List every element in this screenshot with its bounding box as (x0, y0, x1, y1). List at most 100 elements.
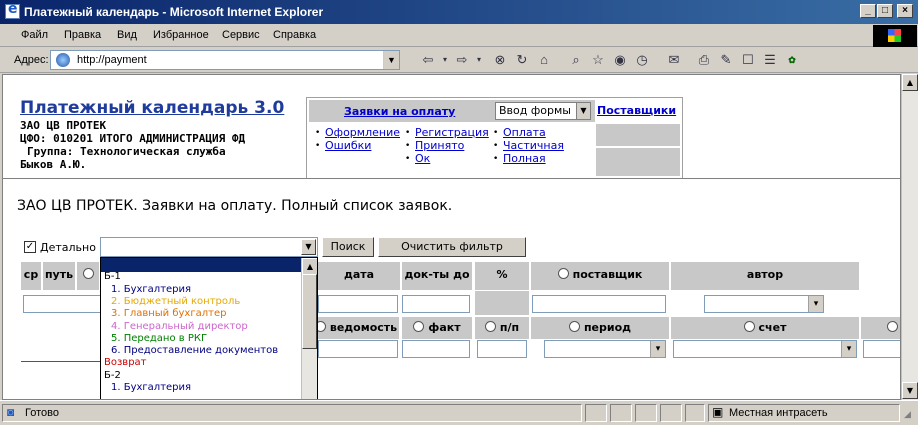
filter-input-pp[interactable] (477, 340, 527, 358)
filter-input-fact[interactable] (402, 340, 470, 358)
period-select[interactable] (544, 340, 666, 358)
scroll-thumb[interactable] (302, 274, 317, 349)
filter-input-extra[interactable] (863, 340, 900, 358)
page-scrollbar[interactable]: ▲ ▼ (901, 74, 918, 400)
scroll-up-icon[interactable]: ▲ (902, 74, 918, 91)
status-panel (685, 404, 705, 422)
scroll-up-icon[interactable]: ▲ (302, 258, 317, 275)
stop-icon[interactable]: ⊗ (490, 51, 510, 69)
media-icon[interactable]: ◉ (610, 51, 630, 69)
back-icon[interactable]: ⇦ (418, 51, 438, 69)
back-dropdown-icon[interactable]: ▾ (440, 51, 450, 69)
favorites-icon[interactable]: ☆ (588, 51, 608, 69)
bullet: • (315, 128, 321, 138)
requests-link[interactable]: Заявки на оплату (344, 105, 455, 118)
radio-button[interactable] (887, 321, 898, 332)
radio-button[interactable] (83, 268, 94, 279)
address-input[interactable]: http://payment ▼ (50, 50, 400, 70)
menu-edit[interactable]: Правка (64, 29, 101, 41)
windows-logo-icon (873, 25, 917, 47)
radio-button[interactable] (413, 321, 425, 332)
filter-input-docs-due[interactable] (402, 295, 470, 313)
status-filter-select[interactable]: ▼ (100, 237, 318, 257)
menu-file[interactable]: Файл (21, 29, 48, 41)
dropdown-option[interactable]: 3. Главный бухгалтер (111, 308, 226, 319)
dropdown-option[interactable]: Б-1 (104, 271, 121, 282)
pro-icon[interactable]: ✿ (782, 51, 802, 69)
menu-help[interactable]: Справка (273, 29, 316, 41)
messenger-icon[interactable]: ☰ (760, 51, 780, 69)
filter-input-supplier[interactable] (532, 295, 666, 313)
page-heading: ЗАО ЦВ ПРОТЕК. Заявки на оплату. Полный … (17, 198, 453, 214)
search-icon[interactable]: ⌕ (566, 51, 586, 69)
header-path: путь (43, 262, 75, 290)
status-panel (635, 404, 657, 422)
menu-tools[interactable]: Сервис (222, 29, 260, 41)
radio-button[interactable] (568, 321, 580, 332)
mail-icon[interactable]: ✉ (664, 51, 684, 69)
menu-view[interactable]: Вид (117, 29, 137, 41)
link-errors[interactable]: Ошибки (325, 139, 371, 152)
zone-text: Местная интрасеть (729, 407, 828, 419)
resize-grip-icon[interactable]: ◢ (904, 409, 911, 420)
dropdown-scrollbar[interactable]: ▲ (301, 258, 317, 399)
link-payment[interactable]: Оплата (503, 126, 546, 139)
chevron-down-icon[interactable]: ▼ (576, 103, 590, 119)
dropdown-option[interactable]: 2. Бюджетный контроль (111, 296, 240, 307)
link-accepted[interactable]: Принято (415, 139, 464, 152)
account-select[interactable] (673, 340, 857, 358)
divider (3, 178, 900, 179)
filter-input-date[interactable] (318, 295, 398, 313)
discuss-icon[interactable]: ☐ (738, 51, 758, 69)
link-ok[interactable]: Ок (415, 152, 430, 165)
header-extra-cell (861, 317, 900, 339)
menu-favorites[interactable]: Избранное (153, 29, 209, 41)
nav-gray-cell (596, 148, 680, 176)
history-icon[interactable]: ◷ (632, 51, 652, 69)
detail-checkbox[interactable]: ✓ (24, 241, 36, 253)
dropdown-option[interactable]: Возврат (104, 357, 147, 368)
dropdown-option[interactable]: 1. Бухгалтерия (111, 382, 191, 393)
address-dropdown-icon[interactable]: ▼ (383, 51, 399, 69)
header-pp-cell: п/п (475, 317, 529, 339)
forward-dropdown-icon[interactable]: ▾ (474, 51, 484, 69)
dropdown-option[interactable]: 5. Передано в РКГ (111, 333, 207, 344)
status-panel (585, 404, 607, 422)
search-button[interactable]: Поиск (322, 237, 374, 257)
radio-button[interactable] (557, 268, 569, 279)
print-icon[interactable]: ⎙ (694, 51, 714, 69)
link-partial[interactable]: Частичная (503, 139, 564, 152)
intranet-icon: ▣ (712, 405, 724, 419)
minimize-button[interactable]: _ (860, 4, 876, 18)
refresh-icon[interactable]: ↻ (512, 51, 532, 69)
radio-button[interactable] (484, 321, 496, 332)
page-status-icon: ◙ (7, 405, 15, 419)
chevron-down-icon[interactable]: ▼ (301, 239, 316, 255)
app-title[interactable]: Платежный календарь 3.0 (20, 98, 284, 118)
header-percent: % (475, 262, 529, 290)
dropdown-option[interactable]: 6. Предоставление документов (111, 345, 278, 356)
zone-panel: ▣ Местная интрасеть (708, 404, 900, 422)
home-icon[interactable]: ⌂ (534, 51, 554, 69)
dropdown-option[interactable]: 4. Генеральный директор (111, 321, 248, 332)
dropdown-option[interactable]: 1. Бухгалтерия (111, 284, 191, 295)
filter-input-statement[interactable] (318, 340, 398, 358)
scroll-down-icon[interactable]: ▼ (902, 382, 918, 399)
radio-button[interactable] (743, 321, 755, 332)
link-registration[interactable]: Регистрация (415, 126, 489, 139)
status-dropdown-list[interactable]: Б-1 1. Бухгалтерия 2. Бюджетный контроль 3.… (100, 257, 318, 399)
form-select[interactable]: Ввод формы ▼ (495, 102, 591, 120)
edit-icon[interactable]: ✎ (716, 51, 736, 69)
dropdown-option[interactable]: Б-2 (104, 370, 121, 381)
forward-icon[interactable]: ⇨ (452, 51, 472, 69)
suppliers-link[interactable]: Поставщики (597, 104, 676, 117)
bullet: • (493, 154, 499, 164)
link-full[interactable]: Полная (503, 152, 546, 165)
window-title-bar[interactable]: Платежный календарь - Microsoft Internet… (0, 0, 918, 24)
author-select[interactable] (704, 295, 824, 313)
clear-filter-button[interactable]: Очистить фильтр (378, 237, 526, 257)
link-oformlenie[interactable]: Оформление (325, 126, 400, 139)
close-button[interactable]: × (897, 4, 913, 18)
maximize-button[interactable]: □ (877, 4, 893, 18)
filter-input-sr[interactable] (23, 295, 103, 313)
